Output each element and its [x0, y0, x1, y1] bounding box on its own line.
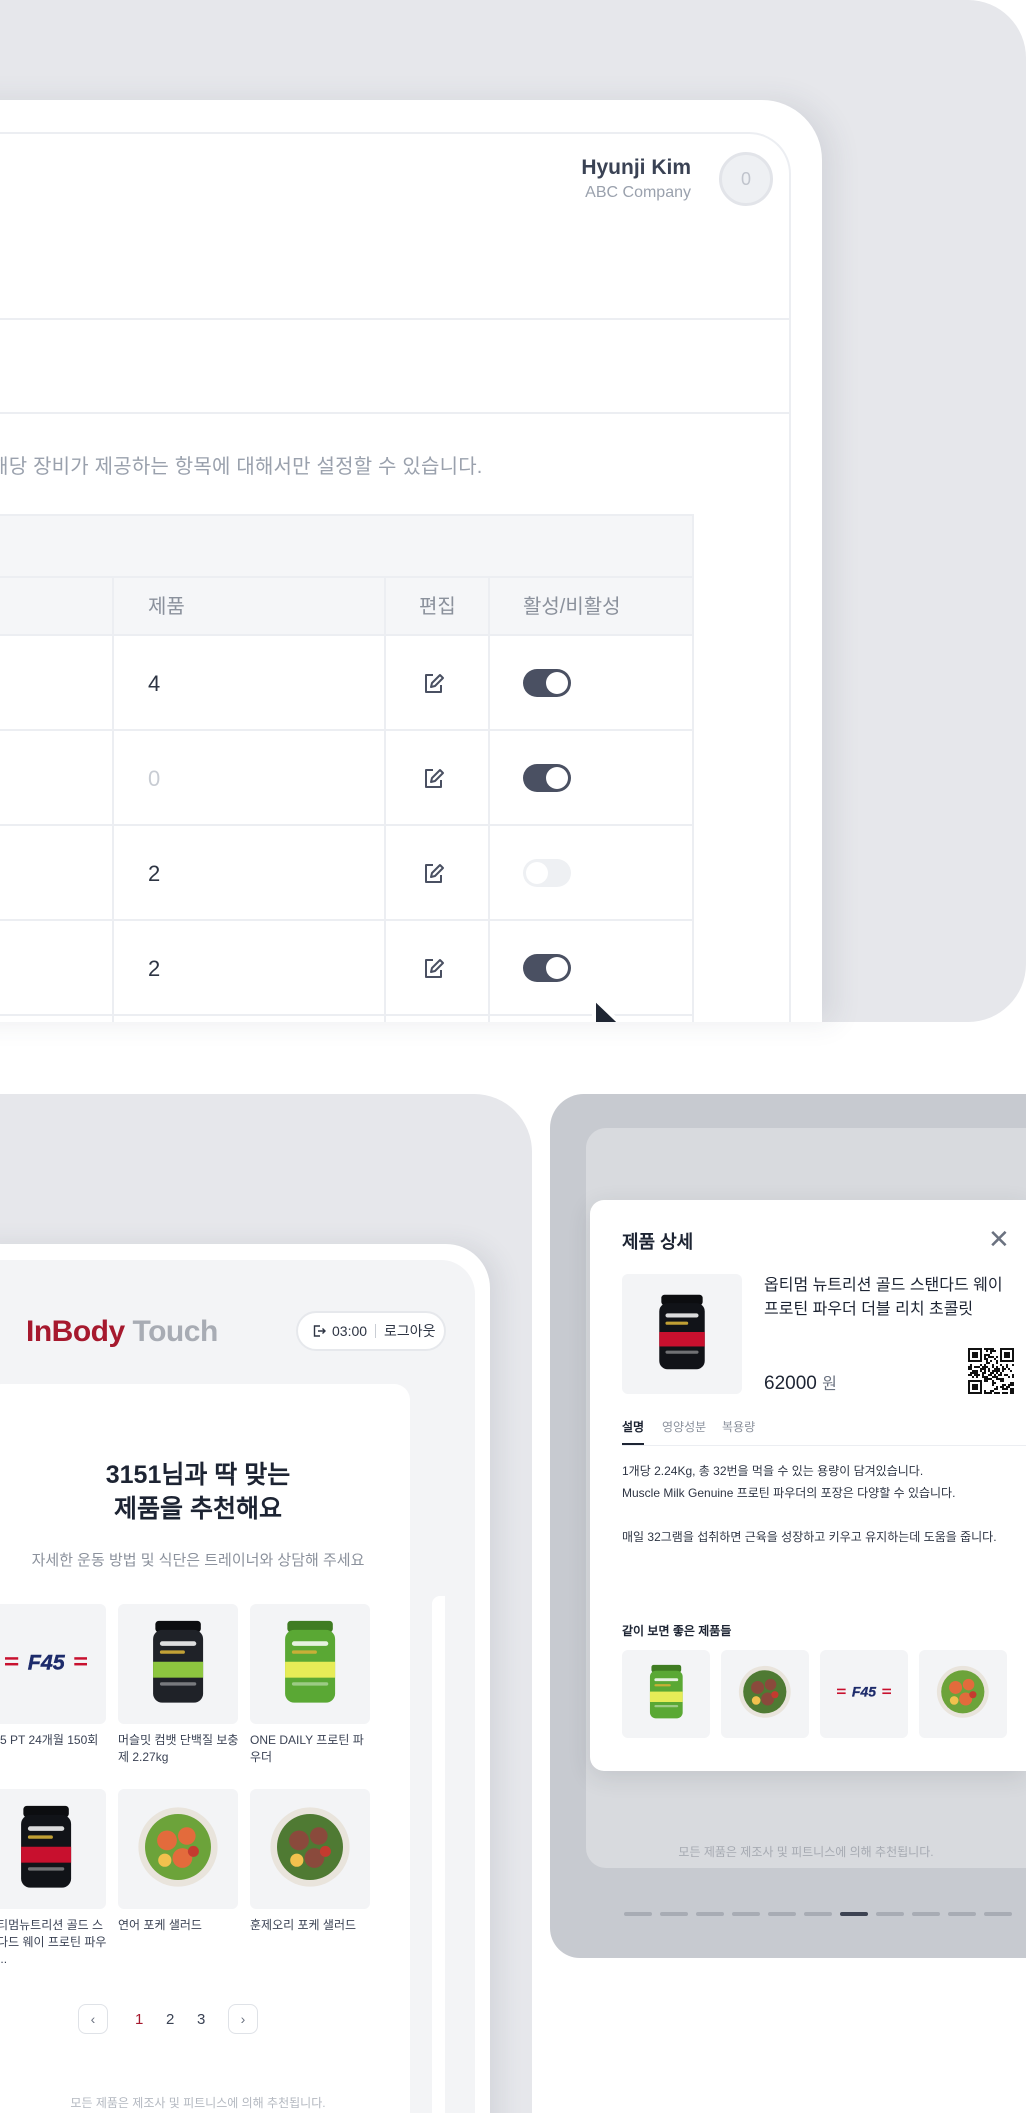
- settings-notice: 다. 해당 장비가 제공하는 항목에 대해서만 설정할 수 있습니다.: [0, 456, 483, 478]
- duck-salad-bowl-icon: [736, 1663, 794, 1726]
- scroll-track[interactable]: [432, 1596, 445, 2113]
- product-card[interactable]: [118, 1604, 238, 1724]
- admin-screen: Hyunji Kim ABC Company 0 다. 해당 장비가 제공하는 …: [0, 132, 791, 1022]
- header-products: 제품: [148, 596, 185, 618]
- product-count: 2: [148, 861, 161, 886]
- related-product-card[interactable]: [622, 1650, 710, 1738]
- related-product-card[interactable]: F45: [820, 1650, 908, 1738]
- active-toggle[interactable]: [523, 954, 571, 982]
- recommendation-card: 3151님과 딱 맞는 제품을 추천해요 자세한 운동 방법 및 식단은 트레이…: [0, 1384, 410, 2113]
- combat-tub-icon: [144, 1615, 212, 1714]
- recommendation-subtitle: 자세한 운동 방법 및 식단은 트레이너와 상담해 주세요: [31, 1552, 365, 1569]
- prev-page-button[interactable]: ‹: [78, 2004, 108, 2034]
- product-card[interactable]: F45: [0, 1604, 106, 1724]
- salad-bowl-icon: [934, 1663, 992, 1726]
- table-row: 4: [0, 636, 692, 731]
- page-2[interactable]: 2: [166, 2011, 174, 2028]
- table-toolbar: [0, 516, 692, 576]
- one-daily-tub-icon: [276, 1615, 344, 1714]
- active-toggle[interactable]: [523, 764, 571, 792]
- carousel-dot[interactable]: [696, 1912, 724, 1916]
- header-divider: [0, 318, 789, 320]
- background-footnote: 모든 제품은 제조사 및 피트니스에 의해 추천됩니다.: [678, 1845, 934, 1859]
- product-grid: F45 F45 PT 24개월 150회 머슬밋 컴뱃 단백질 보충제 2.27kg…: [0, 1604, 410, 1984]
- table-row: 0: [0, 731, 692, 826]
- edit-icon[interactable]: [420, 955, 448, 983]
- table-row: 2: [0, 921, 692, 1016]
- product-name: 머슬밋 컴뱃 단백질 보충제 2.27kg: [118, 1733, 239, 1764]
- header-active: 활성/비활성: [523, 596, 621, 618]
- f45-logo-icon: F45: [4, 1644, 88, 1684]
- active-toggle[interactable]: [523, 859, 571, 887]
- carousel-dot[interactable]: [948, 1912, 976, 1916]
- product-name: ONE DAILY 프로틴 파우더: [250, 1733, 364, 1764]
- whey-tub-icon: [12, 1800, 80, 1899]
- product-count: 0: [148, 766, 161, 791]
- carousel-dot[interactable]: [984, 1912, 1012, 1916]
- next-page-button[interactable]: ›: [228, 2004, 258, 2034]
- carousel-dot[interactable]: [804, 1912, 832, 1916]
- product-count: 4: [148, 671, 161, 696]
- related-product-card[interactable]: [919, 1650, 1007, 1738]
- edit-icon[interactable]: [420, 765, 448, 793]
- product-detail-modal: 제품 상세 ✕ 옵티멈 뉴트리션 골드 스탠다드 웨이 프로틴 파우더 더블 리…: [590, 1200, 1026, 1771]
- edit-icon[interactable]: [420, 670, 448, 698]
- carousel-dot[interactable]: [732, 1912, 760, 1916]
- user-name: Hyunji Kim: [581, 156, 691, 179]
- logout-button[interactable]: 로그아웃: [384, 1321, 436, 1341]
- page-3[interactable]: 3: [197, 2011, 205, 2028]
- carousel-indicator: [624, 1903, 1020, 1921]
- product-card[interactable]: [0, 1789, 106, 1909]
- recommendation-title: 3151님과 딱 맞는 제품을 추천해요: [105, 1461, 291, 1523]
- salad-bowl-icon: [134, 1803, 222, 1896]
- duck-salad-bowl-icon: [266, 1803, 354, 1896]
- section-divider: [0, 412, 789, 414]
- product-category-table: 제품 편집 활성/비활성 4 0 2 2: [0, 514, 694, 1022]
- one-daily-tub-icon: [644, 1661, 689, 1727]
- carousel-dot[interactable]: [912, 1912, 940, 1916]
- product-name: 연어 포케 샐러드: [118, 1918, 202, 1932]
- carousel-dot[interactable]: [660, 1912, 688, 1916]
- carousel-dot[interactable]: [876, 1912, 904, 1916]
- svg-text:F45: F45: [28, 1651, 66, 1675]
- carousel-dot[interactable]: [768, 1912, 796, 1916]
- product-count: 2: [148, 956, 161, 981]
- logout-icon: [313, 1325, 326, 1337]
- f45-logo-icon: F45: [837, 1680, 891, 1708]
- product-card[interactable]: [118, 1789, 238, 1909]
- product-card[interactable]: [250, 1604, 370, 1724]
- product-name: 옵티멈뉴트리션 골드 스탠다드 웨이 프로틴 파우더...: [0, 1918, 107, 1966]
- table-row: 2: [0, 826, 692, 921]
- carousel-dot[interactable]: [624, 1912, 652, 1916]
- svg-text:F45: F45: [852, 1684, 876, 1700]
- product-card[interactable]: [250, 1789, 370, 1909]
- header-edit: 편집: [419, 596, 456, 618]
- avatar[interactable]: 0: [719, 152, 773, 206]
- related-product-card[interactable]: [721, 1650, 809, 1738]
- product-name: 훈제오리 포케 샐러드: [250, 1918, 357, 1932]
- active-toggle[interactable]: [523, 669, 571, 697]
- session-timer: 03:00: [332, 1323, 368, 1339]
- session-timer-logout[interactable]: 03:00 로그아웃: [296, 1311, 446, 1351]
- page-1[interactable]: 1: [135, 2011, 143, 2028]
- kiosk-panel-background: InBody Touch 03:00 로그아웃 3151님과 딱 맞는 제품을 …: [0, 1094, 532, 2113]
- edit-icon[interactable]: [420, 860, 448, 888]
- kiosk-screen: InBody Touch 03:00 로그아웃 3151님과 딱 맞는 제품을 …: [0, 1260, 475, 2113]
- mouse-cursor-icon: [592, 996, 622, 1022]
- table-header: 제품 편집 활성/비활성: [0, 576, 692, 636]
- carousel-dot[interactable]: [840, 1912, 868, 1916]
- user-company: ABC Company: [585, 184, 691, 201]
- inbody-touch-logo: InBody Touch: [26, 1315, 218, 1348]
- pagination: ‹ 1 2 3 ›: [78, 2004, 318, 2034]
- recommendation-footnote: 모든 제품은 제조사 및 피트니스에 의해 추천됩니다.: [70, 2096, 326, 2110]
- related-products: F45: [622, 1200, 1026, 1771]
- product-name: F45 PT 24개월 150회: [0, 1733, 99, 1747]
